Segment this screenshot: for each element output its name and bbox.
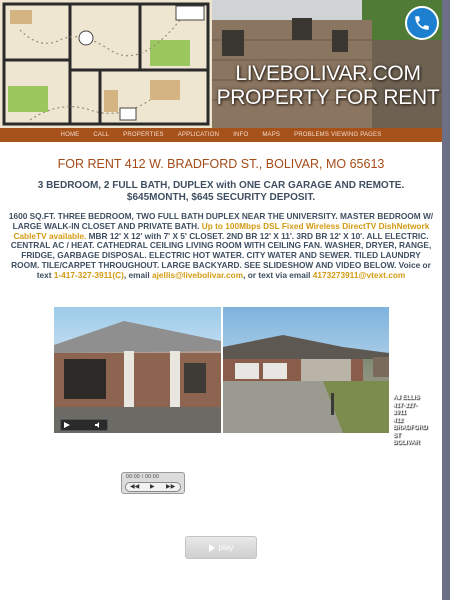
text-email-link[interactable]: 4173273911@vtext.com [313,270,406,280]
nav-item-info[interactable]: INFO [233,132,248,138]
email-prefix: , email [123,269,153,280]
slide-duplex-photo: AJ ELLIS 417-327-3911 412 BRADFORD ST BO… [223,307,427,446]
scrollbar-rail[interactable] [442,0,450,600]
nav-item-properties[interactable]: PROPERTIES [123,132,164,138]
site-subtitle: PROPERTY FOR RENT [216,86,440,109]
site-title: LIVEBOLIVAR.COM [235,62,421,85]
caption-address: 412 BRADFORD ST BOLIVAR [393,417,428,447]
floorplan-image [0,0,212,128]
audio-player[interactable]: 00:00 / 00:00 ◀◀ ▶ ▶▶ [121,472,185,494]
phone-link[interactable]: 1-417-327-3911(C) [54,270,124,280]
listing-subhead: 3 BEDROOM, 2 FULL BATH, DUPLEX with ONE … [37,180,405,203]
page: LIVEBOLIVAR.COM PROPERTY FOR RENT HOME C… [0,0,442,600]
nav-item-home[interactable]: HOME [61,132,80,138]
caption-name: AJ ELLIS [393,395,420,401]
play-triangle-icon [208,543,215,552]
nav-item-maps[interactable]: MAPS [262,132,280,138]
player-play-button[interactable]: ▶ [150,483,155,491]
play-icon [64,422,70,428]
nav-item-problems[interactable]: PROBLEMS VIEWING PAGES [294,132,381,138]
player-time: 00:00 / 00:00 [126,474,160,480]
previous-button[interactable]: ◀◀ [130,483,139,491]
listing-description: 1600 SQ.FT. THREE BEDROOM, TWO FULL BATH… [8,211,434,281]
video-controls[interactable] [60,419,108,431]
phone-call-button[interactable] [405,6,439,40]
slide-porch-photo [54,307,221,433]
volume-icon [95,422,99,428]
phone-icon [415,16,429,30]
slideshow[interactable]: AJ ELLIS 417-327-3911 412 BRADFORD ST BO… [54,307,427,446]
email-link[interactable]: ajellis@livebolivar.com [152,270,243,280]
listing-headline: FOR RENT 412 W. BRADFORD ST., BOLIVAR, M… [57,157,385,171]
player-buttons: ◀◀ ▶ ▶▶ [125,482,181,492]
nav-item-call[interactable]: CALL [93,132,109,138]
header-banner: LIVEBOLIVAR.COM PROPERTY FOR RENT [0,0,442,128]
nav-item-application[interactable]: APPLICATION [178,132,219,138]
slide-caption: AJ ELLIS 417-327-3911 412 BRADFORD ST BO… [393,395,427,448]
nav-bar: HOME CALL PROPERTIES APPLICATION INFO MA… [0,128,442,142]
text-prefix: , or text via email [243,269,313,280]
caption-phone: 417-327-3911 [393,402,418,417]
play-button[interactable]: play [185,536,257,559]
next-button[interactable]: ▶▶ [166,483,175,491]
play-button-label: play [218,543,234,552]
